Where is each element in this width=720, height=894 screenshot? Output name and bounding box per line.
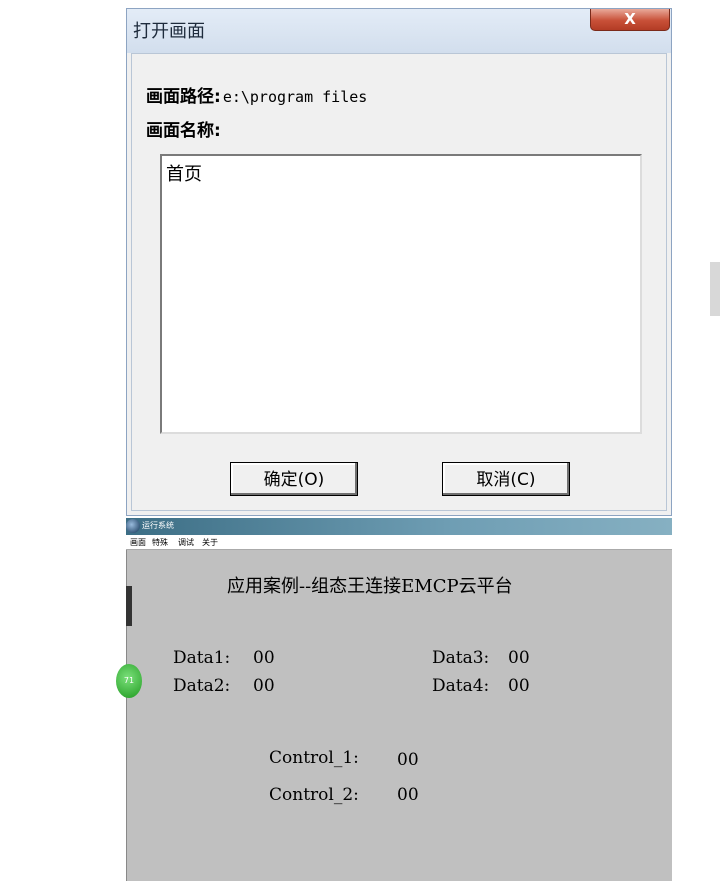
data3-value: 00 [508,648,530,668]
ok-button[interactable]: 确定(O) [230,462,358,496]
name-label: 画面名称: [146,121,221,141]
runtime-canvas: 应用案例--组态王连接EMCP云平台 Data1: 00 Data2: 00 D… [126,550,672,881]
data1-label: Data1: [173,648,231,668]
control2-label: Control_2: [269,785,359,805]
cancel-button[interactable]: 取消(C) [442,462,570,496]
data4-label: Data4: [432,676,490,696]
menu-item-about[interactable]: 关于 [202,537,218,548]
control1-value[interactable]: 00 [397,750,419,770]
runtime-window-title: 运行系统 [142,521,174,530]
data2-label: Data2: [173,676,231,696]
dialog-titlebar[interactable]: 打开画面 X [127,9,671,53]
scrollbar[interactable] [710,262,720,316]
menu-item-screen[interactable]: 画面 [130,537,146,548]
close-icon: X [624,10,636,28]
list-item[interactable]: 首页 [166,160,202,186]
data4-value: 00 [508,676,530,696]
screen-listbox[interactable]: 首页 [160,154,642,434]
path-row: 画面路径: e:\program files [146,82,367,107]
close-button[interactable]: X [590,9,670,31]
page-title: 应用案例--组态王连接EMCP云平台 [227,576,513,597]
data3-label: Data3: [432,648,490,668]
status-badge[interactable]: 71 [116,664,142,698]
path-value: e:\program files [222,88,368,106]
data1-value: 00 [253,648,275,668]
app-icon [126,519,140,533]
open-screen-dialog: 打开画面 X 画面路径: e:\program files 画面名称: 首页 确定… [126,8,672,516]
data2-value: 00 [253,676,275,696]
side-strip [126,586,132,626]
dialog-body: 画面路径: e:\program files 画面名称: 首页 确定(O) 取消(… [131,53,667,511]
menu-item-debug[interactable]: 调试 [178,537,194,548]
menu-item-special[interactable]: 特殊 [152,537,168,548]
path-label: 画面路径: [146,87,221,107]
control1-label: Control_1: [269,748,359,768]
name-row: 画面名称: [146,116,221,141]
dialog-title: 打开画面 [133,21,205,42]
runtime-menubar: 画面 特殊 调试 关于 [126,535,672,550]
runtime-titlebar[interactable]: 运行系统 [126,518,672,535]
control2-value[interactable]: 00 [397,785,419,805]
